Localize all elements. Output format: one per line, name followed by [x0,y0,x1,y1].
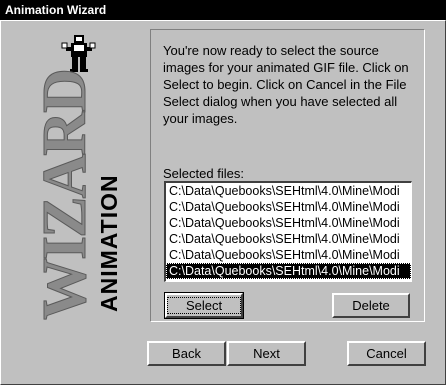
wizard-figure-icon [61,35,96,72]
title-bar: Animation Wizard [0,0,446,20]
selected-files-label: Selected files: [163,166,244,181]
cancel-button-label: Cancel [366,346,407,361]
file-list-item[interactable]: C:\Data\Quebooks\SEHtml\4.0\Mine\Modi [166,183,411,199]
file-list-item-selected[interactable]: C:\Data\Quebooks\SEHtml\4.0\Mine\Modi [166,263,411,279]
file-list-item[interactable]: C:\Data\Quebooks\SEHtml\4.0\Mine\Modi [166,231,411,247]
select-button-label: Select [167,297,242,314]
file-list-item[interactable]: C:\Data\Quebooks\SEHtml\4.0\Mine\Modi [166,247,411,263]
select-button[interactable]: Select [164,292,244,319]
window-title: Animation Wizard [5,3,107,17]
selected-files-list[interactable]: C:\Data\Quebooks\SEHtml\4.0\Mine\Modi C:… [164,181,412,282]
delete-button-label: Delete [352,298,390,313]
next-button-label: Next [253,346,280,361]
delete-button[interactable]: Delete [332,293,410,318]
file-list-item[interactable]: C:\Data\Quebooks\SEHtml\4.0\Mine\Modi [166,215,411,231]
wizard-artwork: WIZARD ANIMATION [31,35,122,321]
next-button[interactable]: Next [227,341,306,366]
cancel-button[interactable]: Cancel [347,341,426,366]
file-list-item[interactable]: C:\Data\Quebooks\SEHtml\4.0\Mine\Modi [166,199,411,215]
back-button[interactable]: Back [147,341,226,366]
back-button-label: Back [172,346,201,361]
instructions-text: You're now ready to select the source im… [163,43,409,126]
animation-wordmark: ANIMATION [96,174,122,312]
wizard-wordmark: WIZARD [31,70,99,320]
